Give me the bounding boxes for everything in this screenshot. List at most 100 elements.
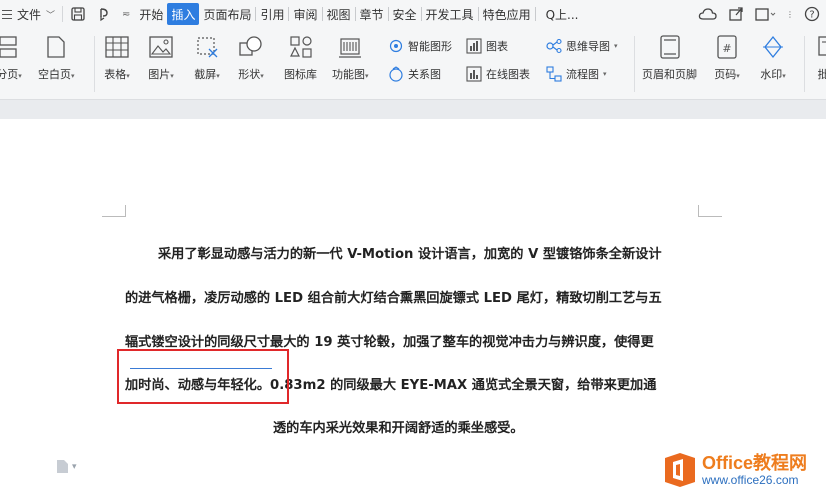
doc-navigation-button[interactable]: ▾ xyxy=(56,459,77,474)
relation-chart-icon xyxy=(389,66,403,82)
header-footer-button[interactable]: 页眉和页脚 xyxy=(642,34,697,82)
tab-view[interactable]: 视图 xyxy=(323,3,355,25)
smart-graphic-icon xyxy=(389,39,403,53)
tab-home[interactable]: 开始 xyxy=(135,3,167,25)
icon-library-icon xyxy=(289,36,312,58)
picture-label: 图片 xyxy=(148,68,171,81)
page-break-label: 分页 xyxy=(0,68,19,81)
chevron-down-icon: ▾ xyxy=(18,72,22,80)
watermark-icon xyxy=(763,35,783,59)
tab-developer[interactable]: 开发工具 xyxy=(422,3,478,25)
save-icon xyxy=(71,7,85,21)
online-chart-button[interactable]: 在线图表 xyxy=(466,66,530,82)
tab-references[interactable]: 引用 xyxy=(256,3,288,25)
page-break-icon xyxy=(0,36,17,58)
header-footer-label: 页眉和页脚 xyxy=(642,68,697,81)
menu-toggle[interactable]: 文件 ﹀ xyxy=(0,0,60,28)
tab-insert[interactable]: 插入 xyxy=(167,3,200,25)
more-options-icon[interactable] xyxy=(754,6,776,22)
hamburger-icon xyxy=(2,9,12,19)
flowchart-label: 流程图 xyxy=(566,68,599,81)
shapes-label: 形状 xyxy=(238,68,261,81)
mind-map-icon xyxy=(546,38,562,54)
chevron-down-icon: ▾ xyxy=(216,72,220,80)
watermark-url: www.office26.com xyxy=(702,473,799,487)
file-menu-label[interactable]: 文件 xyxy=(17,6,41,23)
tab-page-layout[interactable]: 页面布局 xyxy=(199,3,255,25)
chevron-down-icon: ▾ xyxy=(170,72,174,80)
online-chart-label: 在线图表 xyxy=(486,68,530,81)
smart-graphic-label: 智能图形 xyxy=(408,40,452,53)
undo-icon xyxy=(100,8,108,22)
function-chart-label: 功能图 xyxy=(332,68,365,81)
bar-chart-icon xyxy=(466,38,482,54)
tab-special-apps[interactable]: 特色应用 xyxy=(479,3,535,25)
flowchart-button[interactable]: 流程图 ▾ xyxy=(546,66,607,82)
document-canvas: 采用了彰显动感与活力的新一代 V-Motion 设计语言，加宽的 V 型镀铬饰条… xyxy=(0,101,826,502)
relation-chart-label: 关系图 xyxy=(408,68,441,81)
screenshot-icon xyxy=(197,37,218,58)
chevron-down-icon: ▾ xyxy=(736,72,740,80)
more-ribbon-button[interactable]: 批 xyxy=(810,34,826,82)
document-page[interactable] xyxy=(0,119,826,502)
picture-button[interactable]: 图片▾ xyxy=(148,34,174,82)
tab-review[interactable]: 审阅 xyxy=(289,3,321,25)
chevron-down-icon: ▾ xyxy=(126,72,130,80)
chevron-down-icon: ▾ xyxy=(614,42,618,50)
blank-page-button[interactable]: 空白页▾ xyxy=(38,34,75,82)
chevron-down-icon: ▾ xyxy=(260,72,264,80)
table-button[interactable]: 表格▾ xyxy=(104,34,130,82)
tab-section[interactable]: 章节 xyxy=(356,3,388,25)
flowchart-icon xyxy=(546,66,562,82)
chevron-down-icon: ≂ xyxy=(122,8,131,20)
chart-label: 图表 xyxy=(486,40,508,53)
page-number-button[interactable]: # 页码▾ xyxy=(714,34,740,82)
menu-bar: 文件 ﹀ ≂ 开始 插入 页面布局 引用 审阅 视图 章节 安全 开发工具 特色… xyxy=(0,0,826,28)
page-number-icon: # xyxy=(717,35,737,59)
cloud-icon[interactable] xyxy=(698,6,718,22)
watermark-button[interactable]: 水印▾ xyxy=(760,34,786,82)
watermark-title: Office教程网 xyxy=(702,453,808,473)
search-box[interactable]: Q上... xyxy=(546,6,579,23)
picture-icon xyxy=(149,36,173,58)
chevron-down-icon: ▾ xyxy=(71,72,75,80)
margin-corner-top-right xyxy=(698,205,722,217)
table-label: 表格 xyxy=(104,68,127,81)
mind-map-button[interactable]: 思维导图 ▾ xyxy=(546,38,618,54)
screenshot-label: 截屏 xyxy=(194,68,217,81)
share-icon[interactable] xyxy=(728,6,744,22)
page-break-button[interactable]: 分页▾ xyxy=(0,34,22,82)
header-footer-icon xyxy=(659,35,680,59)
save-button[interactable] xyxy=(65,0,91,28)
screenshot-button[interactable]: 截屏▾ xyxy=(194,34,220,82)
chevron-down-icon: ▾ xyxy=(365,72,369,80)
chevron-down-icon[interactable]: ⋮ xyxy=(786,10,794,19)
ribbon-insert: 分页▾ 空白页▾ 表格▾ 图片▾ 截屏▾ 形状▾ 图标库 功能图▾ 智能图形 关… xyxy=(0,28,826,100)
quick-access-dropdown[interactable]: ≂ xyxy=(117,0,135,28)
search-label[interactable]: Q上... xyxy=(546,6,579,23)
chevron-down-icon: ▾ xyxy=(782,72,786,80)
blank-page-icon xyxy=(47,36,65,58)
chevron-down-icon: ﹀ xyxy=(46,10,56,21)
mind-map-label: 思维导图 xyxy=(566,40,610,53)
function-chart-button[interactable]: 功能图▾ xyxy=(332,34,369,82)
tab-security[interactable]: 安全 xyxy=(389,3,421,25)
relation-chart-button[interactable]: 关系图 xyxy=(388,66,441,82)
more-ribbon-icon xyxy=(818,36,826,56)
more-ribbon-label: 批 xyxy=(817,68,826,81)
highlight-box xyxy=(117,349,289,404)
smart-graphic-button[interactable]: 智能图形 xyxy=(388,38,452,54)
paragraph-line-2: 的进气格栅，凌厉动感的 LED 组合前大灯结合熏黑回旋镖式 LED 尾灯，精致切… xyxy=(125,291,662,306)
svg-text:?: ? xyxy=(809,10,814,21)
paragraph-line-5: 透的车内采光效果和开阔舒适的乘坐感受。 xyxy=(273,421,524,436)
chart-button[interactable]: 图表 xyxy=(466,38,508,54)
svg-text:#: # xyxy=(722,42,731,55)
page-number-label: 页码 xyxy=(714,68,737,81)
menubar-right-tools: ⋮ ? xyxy=(698,0,826,28)
function-chart-icon xyxy=(339,38,362,58)
shapes-button[interactable]: 形状▾ xyxy=(238,34,264,82)
undo-button[interactable] xyxy=(91,0,117,28)
help-icon[interactable]: ? xyxy=(804,6,820,22)
icon-library-label: 图标库 xyxy=(284,68,317,81)
icon-library-button[interactable]: 图标库 xyxy=(284,34,317,82)
